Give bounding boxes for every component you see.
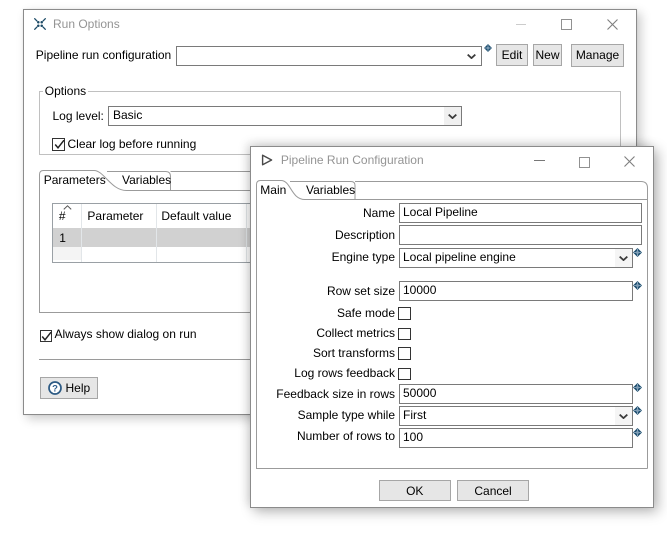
svg-text:?: ? bbox=[52, 383, 58, 394]
